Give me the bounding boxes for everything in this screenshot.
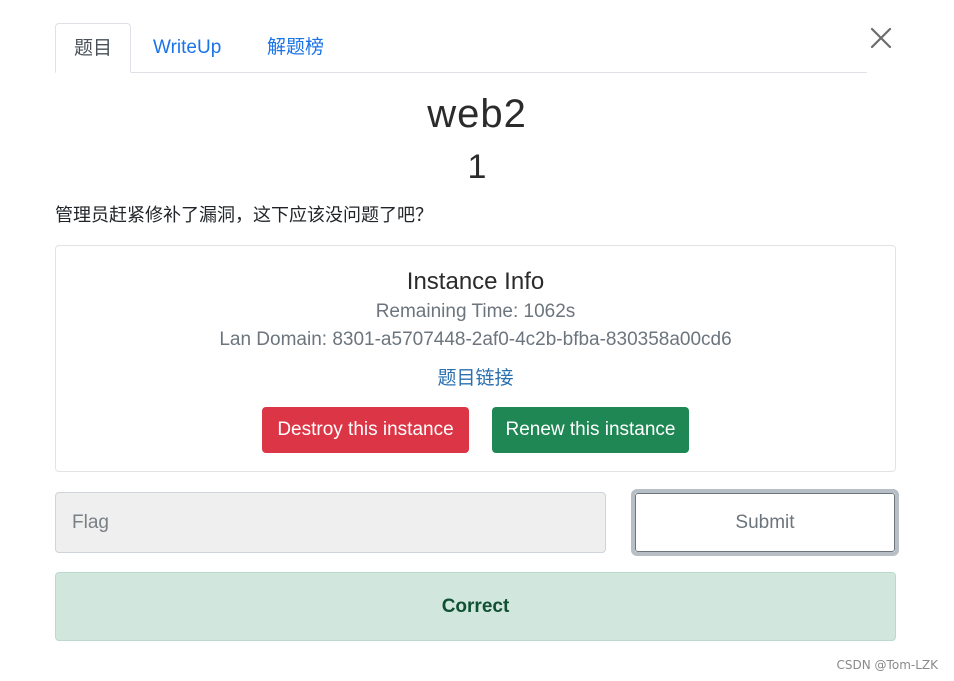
instance-info-title: Instance Info: [406, 268, 545, 295]
challenge-link[interactable]: 题目链接: [56, 363, 895, 390]
challenge-name: web2: [427, 92, 527, 136]
remaining-time: Remaining Time: 1062s: [375, 301, 576, 322]
watermark: CSDN @Tom-LZK: [836, 658, 938, 672]
challenge-points: 1: [467, 148, 487, 186]
tab-writeup[interactable]: WriteUp: [153, 23, 221, 72]
instance-info-card: Instance Info Remaining Time: 1062s Lan …: [55, 245, 896, 472]
tab-challenge[interactable]: 题目: [55, 23, 131, 73]
close-icon: [870, 27, 892, 49]
renew-instance-button[interactable]: Renew this instance: [492, 407, 689, 453]
result-alert: Correct: [55, 572, 896, 641]
submit-button-label: Submit: [635, 493, 895, 552]
flag-input[interactable]: [55, 492, 606, 553]
challenge-description: 管理员赶紧修补了漏洞，这下应该没问题了吧？: [55, 205, 433, 226]
submit-button[interactable]: Submit: [631, 489, 899, 556]
destroy-instance-button[interactable]: Destroy this instance: [262, 407, 469, 453]
lan-domain: Lan Domain: 8301-a5707448-2af0-4c2b-bfba…: [219, 329, 732, 350]
tab-solves[interactable]: 解题榜: [267, 23, 324, 72]
challenge-tabs: 题目 WriteUp 解题榜: [55, 23, 867, 73]
close-button[interactable]: [866, 23, 896, 53]
